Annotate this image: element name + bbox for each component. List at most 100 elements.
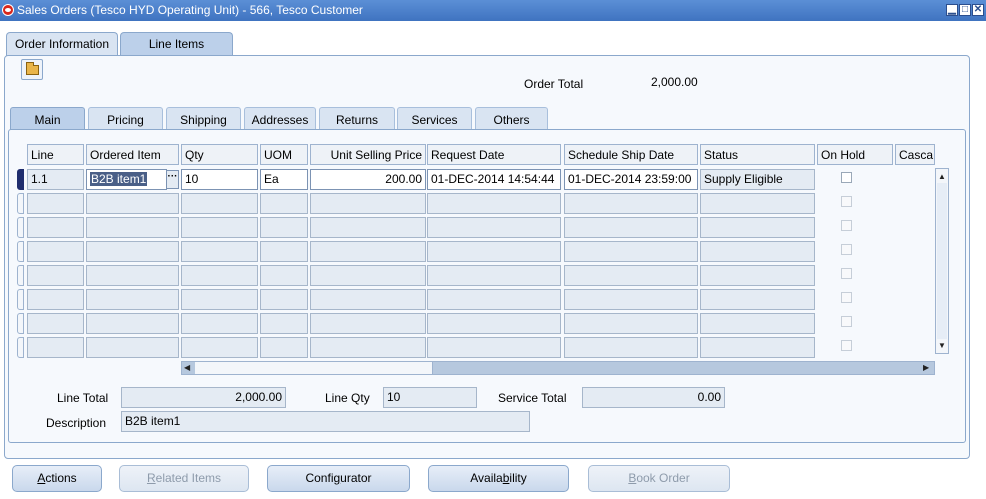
empty-cell-unit-selling-price[interactable]: [310, 193, 426, 214]
empty-cell-uom[interactable]: [260, 313, 308, 334]
horizontal-scroll-thumb[interactable]: [195, 362, 433, 374]
actions-button[interactable]: Actions: [12, 465, 102, 492]
row-marker[interactable]: [17, 337, 24, 358]
empty-cell-request-date[interactable]: [427, 193, 561, 214]
empty-cell-line[interactable]: [27, 241, 84, 262]
related-items-button[interactable]: Related Items: [119, 465, 249, 492]
tab-shipping[interactable]: Shipping: [166, 107, 241, 130]
list-of-values-button[interactable]: ···: [166, 170, 179, 189]
empty-cell-status[interactable]: [700, 241, 815, 262]
on-hold-checkbox[interactable]: [841, 268, 852, 279]
column-header-status[interactable]: Status: [700, 144, 815, 165]
empty-cell-qty[interactable]: [181, 337, 258, 358]
row-marker[interactable]: [17, 265, 24, 286]
empty-cell-ordered-item[interactable]: [86, 265, 179, 286]
column-header-qty[interactable]: Qty: [181, 144, 258, 165]
column-header-uom[interactable]: UOM: [260, 144, 308, 165]
empty-cell-line[interactable]: [27, 265, 84, 286]
empty-cell-qty[interactable]: [181, 313, 258, 334]
empty-cell-ordered-item[interactable]: [86, 217, 179, 238]
qty-input[interactable]: 10: [181, 169, 258, 190]
scroll-up-arrow-icon[interactable]: ▲: [938, 171, 946, 183]
column-header-line[interactable]: Line: [27, 144, 84, 165]
empty-cell-status[interactable]: [700, 265, 815, 286]
empty-cell-schedule-ship-date[interactable]: [564, 289, 698, 310]
empty-cell-unit-selling-price[interactable]: [310, 313, 426, 334]
empty-cell-line[interactable]: [27, 217, 84, 238]
line-qty-field[interactable]: 10: [383, 387, 477, 408]
empty-cell-schedule-ship-date[interactable]: [564, 193, 698, 214]
current-row-marker[interactable]: [17, 169, 24, 190]
scroll-left-arrow-icon[interactable]: ◀: [184, 362, 190, 374]
vertical-scrollbar[interactable]: ▲ ▼: [935, 168, 949, 354]
unit-selling-price-input[interactable]: 200.00: [310, 169, 426, 190]
empty-cell-uom[interactable]: [260, 289, 308, 310]
tab-line-items[interactable]: Line Items: [120, 32, 233, 57]
availability-button[interactable]: Availability: [428, 465, 569, 492]
empty-cell-ordered-item[interactable]: [86, 289, 179, 310]
column-header-on-hold[interactable]: On Hold: [817, 144, 893, 165]
empty-cell-ordered-item[interactable]: [86, 193, 179, 214]
row-marker[interactable]: [17, 217, 24, 238]
empty-cell-uom[interactable]: [260, 265, 308, 286]
schedule-ship-date-input[interactable]: 01-DEC-2014 23:59:00: [564, 169, 698, 190]
empty-cell-request-date[interactable]: [427, 337, 561, 358]
tab-order-information[interactable]: Order Information: [6, 32, 118, 56]
scroll-down-arrow-icon[interactable]: ▼: [938, 340, 946, 352]
tab-returns[interactable]: Returns: [319, 107, 395, 130]
column-header-cascade[interactable]: Casca: [895, 144, 935, 165]
tab-pricing[interactable]: Pricing: [88, 107, 163, 130]
maximize-button[interactable]: □: [959, 4, 971, 16]
empty-cell-line[interactable]: [27, 337, 84, 358]
empty-cell-ordered-item[interactable]: [86, 241, 179, 262]
empty-cell-request-date[interactable]: [427, 265, 561, 286]
empty-cell-line[interactable]: [27, 193, 84, 214]
on-hold-checkbox[interactable]: [841, 340, 852, 351]
empty-cell-unit-selling-price[interactable]: [310, 265, 426, 286]
empty-cell-line[interactable]: [27, 313, 84, 334]
on-hold-checkbox[interactable]: [841, 316, 852, 327]
empty-cell-uom[interactable]: [260, 241, 308, 262]
column-header-request-date[interactable]: Request Date: [427, 144, 561, 165]
empty-cell-schedule-ship-date[interactable]: [564, 241, 698, 262]
row-marker[interactable]: [17, 241, 24, 262]
empty-cell-line[interactable]: [27, 289, 84, 310]
minimize-button[interactable]: ▁: [946, 4, 958, 16]
empty-cell-schedule-ship-date[interactable]: [564, 265, 698, 286]
close-button[interactable]: ✕: [972, 4, 984, 16]
on-hold-checkbox[interactable]: [841, 172, 852, 183]
row-marker[interactable]: [17, 313, 24, 334]
cell-line[interactable]: 1.1: [27, 169, 84, 190]
on-hold-checkbox[interactable]: [841, 196, 852, 207]
row-marker[interactable]: [17, 193, 24, 214]
ordered-item-input[interactable]: B2B item1: [86, 169, 167, 190]
on-hold-checkbox[interactable]: [841, 244, 852, 255]
empty-cell-qty[interactable]: [181, 217, 258, 238]
on-hold-checkbox[interactable]: [841, 292, 852, 303]
empty-cell-unit-selling-price[interactable]: [310, 337, 426, 358]
empty-cell-ordered-item[interactable]: [86, 313, 179, 334]
tab-main[interactable]: Main: [10, 107, 85, 130]
empty-cell-status[interactable]: [700, 289, 815, 310]
empty-cell-uom[interactable]: [260, 337, 308, 358]
empty-cell-request-date[interactable]: [427, 217, 561, 238]
empty-cell-uom[interactable]: [260, 217, 308, 238]
tab-others[interactable]: Others: [475, 107, 548, 130]
empty-cell-unit-selling-price[interactable]: [310, 289, 426, 310]
empty-cell-uom[interactable]: [260, 193, 308, 214]
description-field[interactable]: B2B item1: [121, 411, 530, 432]
empty-cell-request-date[interactable]: [427, 241, 561, 262]
on-hold-checkbox[interactable]: [841, 220, 852, 231]
horizontal-scrollbar[interactable]: ◀ ▶: [181, 361, 935, 375]
folder-open-icon[interactable]: [21, 59, 43, 80]
column-header-ordered-item[interactable]: Ordered Item: [86, 144, 179, 165]
empty-cell-qty[interactable]: [181, 241, 258, 262]
empty-cell-status[interactable]: [700, 337, 815, 358]
empty-cell-qty[interactable]: [181, 265, 258, 286]
empty-cell-status[interactable]: [700, 193, 815, 214]
empty-cell-ordered-item[interactable]: [86, 337, 179, 358]
column-header-unit-selling-price[interactable]: Unit Selling Price: [310, 144, 426, 165]
empty-cell-schedule-ship-date[interactable]: [564, 337, 698, 358]
column-header-schedule-ship-date[interactable]: Schedule Ship Date: [564, 144, 698, 165]
empty-cell-qty[interactable]: [181, 193, 258, 214]
